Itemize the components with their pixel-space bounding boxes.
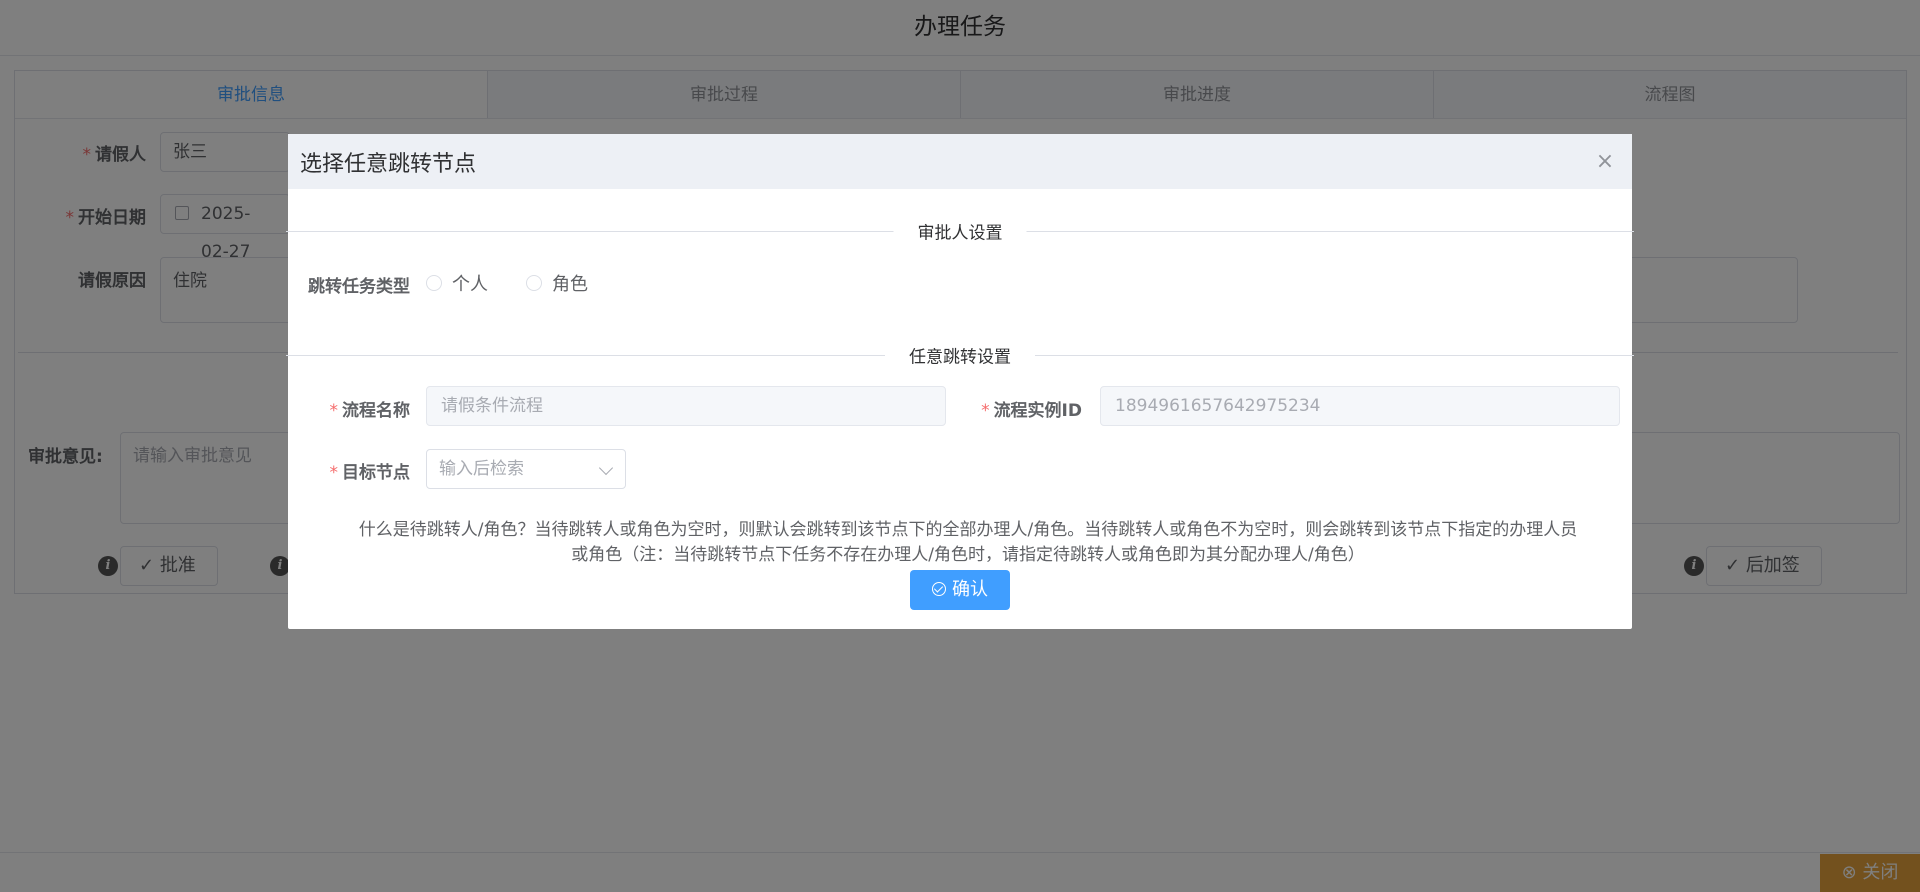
process-name-label: * 流程名称 bbox=[329, 401, 411, 421]
instance-id-input[interactable]: 1894961657642975234 bbox=[1100, 386, 1620, 426]
section-divider-approver: 审批人设置 bbox=[286, 218, 1634, 244]
chevron-down-icon bbox=[598, 460, 614, 476]
section-title-jump: 任意跳转设置 bbox=[885, 342, 1035, 368]
radio-role[interactable]: 角色 bbox=[526, 270, 588, 296]
required-mark: * bbox=[329, 463, 339, 483]
jump-tip-text: 什么是待跳转人/角色？当待跳转人或角色为空时，则默认会跳转到该节点下的全部办理人… bbox=[348, 518, 1588, 568]
confirm-button[interactable]: 确认 bbox=[910, 570, 1010, 610]
radio-personal[interactable]: 个人 bbox=[426, 270, 488, 296]
section-title-approver: 审批人设置 bbox=[893, 218, 1027, 244]
section-divider-jump: 任意跳转设置 bbox=[286, 342, 1634, 368]
jump-type-label: 跳转任务类型 bbox=[308, 277, 410, 297]
target-node-select[interactable]: 输入后检索 bbox=[426, 449, 626, 489]
instance-id-label: * 流程实例ID bbox=[981, 401, 1082, 421]
target-node-label: * 目标节点 bbox=[329, 463, 411, 483]
jump-node-dialog: 选择任意跳转节点 × 审批人设置 跳转任务类型 个人 角色 任意跳转设置 * 流程… bbox=[286, 134, 1634, 629]
radio-circle-icon bbox=[526, 275, 542, 291]
tip-line-1: 什么是待跳转人/角色？当待跳转人或角色为空时，则默认会跳转到该节点下的全部办理人… bbox=[358, 520, 1578, 540]
check-circle-icon bbox=[932, 582, 946, 596]
required-mark: * bbox=[329, 401, 339, 421]
dialog-header: 选择任意跳转节点 × bbox=[288, 134, 1632, 189]
radio-circle-icon bbox=[426, 275, 442, 291]
dialog-title: 选择任意跳转节点 bbox=[300, 151, 477, 177]
tip-line-2: 或角色（注：当待跳转节点下任务不存在办理人/角色时，请指定待跳转人或角色即为其分… bbox=[571, 545, 1365, 565]
process-name-input[interactable]: 请假条件流程 bbox=[426, 386, 946, 426]
required-mark: * bbox=[981, 401, 990, 421]
close-icon[interactable]: × bbox=[1590, 149, 1620, 174]
